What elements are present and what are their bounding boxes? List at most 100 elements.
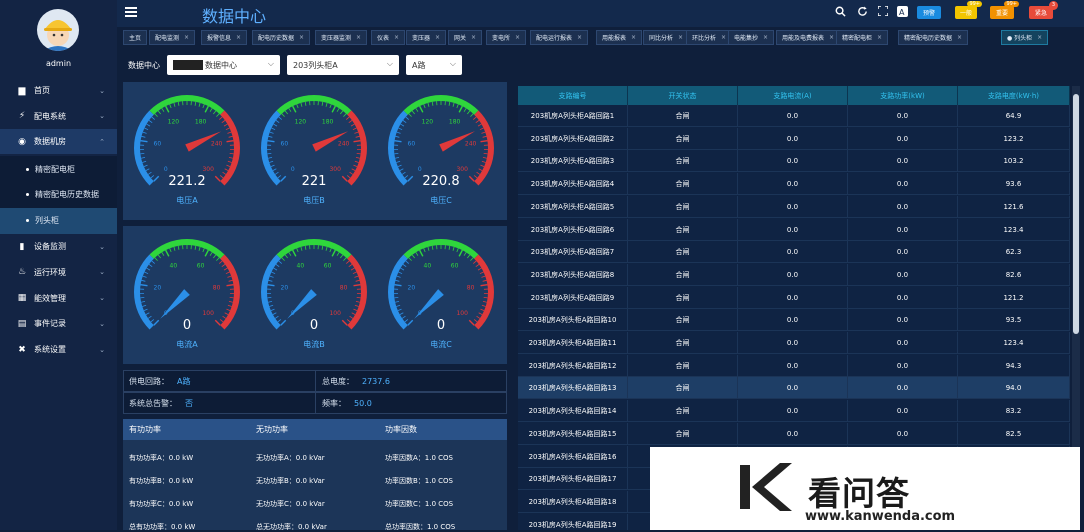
table-row[interactable]: 203机房A列头柜A路回路8合闸0.00.082.6	[518, 264, 1070, 286]
gauge-tick-label: 60	[324, 262, 332, 269]
gauge-tick	[322, 246, 323, 250]
gauge-tick	[274, 124, 277, 126]
cabinet-select[interactable]: 203列头柜A ⌵	[287, 55, 399, 75]
bullet-icon	[26, 193, 29, 196]
gauge-tick	[268, 301, 272, 302]
tab-16[interactable]: 精密配电历史数据×	[898, 30, 968, 45]
gauge-tick	[285, 111, 287, 114]
gauge-tick-label: 180	[195, 118, 207, 125]
scrollbar-thumb[interactable]	[1073, 94, 1079, 334]
tab-10[interactable]: 用能报表×	[596, 30, 642, 45]
gauge-band	[476, 113, 491, 184]
sidebar-item-7[interactable]: ✖系统设置⌄	[0, 337, 117, 362]
table-row[interactable]: 203机房A列头柜A路回路10合闸0.00.093.5	[518, 309, 1070, 331]
calendar-icon: ▤	[17, 319, 27, 329]
table-row[interactable]: 203机房A列头柜A路回路15合闸0.00.082.5	[518, 423, 1070, 445]
sidebar-item-2[interactable]: ◉数据机房⌃	[0, 129, 117, 154]
tab-label: 配电运行报表	[536, 33, 572, 42]
gauge-tick-label: 40	[170, 262, 178, 269]
route-select[interactable]: A路 ⌵	[406, 55, 462, 75]
sidebar-subitem-0[interactable]: 精密配电柜	[0, 156, 117, 182]
alarm-level2-button[interactable]: 重要 99+	[990, 6, 1014, 19]
sidebar-item-6[interactable]: ▤事件记录⌄	[0, 311, 117, 336]
gauge-tick	[273, 313, 277, 315]
tab-3[interactable]: 配电历史数据×	[252, 30, 310, 45]
refresh-icon[interactable]	[857, 6, 868, 20]
close-icon[interactable]: ×	[356, 34, 361, 41]
close-icon[interactable]: ×	[184, 34, 189, 41]
tab-6[interactable]: 变压器×	[406, 30, 446, 45]
gauge-tick	[158, 255, 160, 258]
close-icon[interactable]: ×	[763, 34, 768, 41]
sidebar-subitem-1[interactable]: 精密配电历史数据	[0, 182, 117, 208]
tab-11[interactable]: 同比分析×	[643, 30, 689, 45]
table-row[interactable]: 203机房A列头柜A路回路1合闸0.00.064.9	[518, 105, 1070, 127]
alarm-level3-button[interactable]: 紧急 3	[1029, 6, 1053, 19]
tab-5[interactable]: 仪表×	[371, 30, 405, 45]
table-row[interactable]: 203机房A列头柜A路回路12合闸0.00.094.3	[518, 355, 1070, 377]
tab-8[interactable]: 变电所×	[486, 30, 526, 45]
tab-1[interactable]: 配电监测×	[149, 30, 195, 45]
table-cell: 合闸	[628, 309, 738, 331]
font-size-icon[interactable]: A	[897, 6, 908, 17]
sidebar-item-1[interactable]: ⚡配电系统⌄	[0, 104, 117, 129]
tab-2[interactable]: 报警信息×	[201, 30, 247, 45]
tab-4[interactable]: 变压器监测×	[315, 30, 367, 45]
close-icon[interactable]: ×	[721, 34, 726, 41]
warning-button[interactable]: 预警	[917, 6, 941, 19]
chevron-down-icon: ⌄	[99, 87, 105, 95]
alarm-level1-button[interactable]: 一般 99+	[955, 6, 977, 19]
close-icon[interactable]: ×	[577, 34, 582, 41]
table-row[interactable]: 203机房A列头柜A路回路4合闸0.00.093.6	[518, 173, 1070, 195]
close-icon[interactable]: ×	[515, 34, 520, 41]
sidebar-item-3[interactable]: ▮设备监测⌄	[0, 234, 117, 259]
tab-14[interactable]: 用能及电费报表×	[776, 30, 840, 45]
menu-toggle-icon[interactable]	[125, 7, 137, 17]
power-value: 有功功率B：0.0 kW	[129, 476, 193, 486]
sidebar-item-0[interactable]: ▆首页⌄	[0, 78, 117, 103]
gauge-tick	[276, 120, 279, 122]
close-icon[interactable]: ×	[1037, 34, 1042, 41]
tab-9[interactable]: 配电运行报表 ×	[530, 30, 588, 45]
avatar[interactable]	[37, 9, 79, 51]
sidebar-item-5[interactable]: ▦能效管理⌄	[0, 286, 117, 311]
table-cell: 0.0	[738, 196, 848, 218]
gauge-tick	[226, 309, 230, 311]
table-row[interactable]: 203机房A列头柜A路回路5合闸0.00.0121.6	[518, 196, 1070, 218]
table-cell: 94.0	[958, 377, 1070, 399]
table-row[interactable]: 203机房A列头柜A路回路3合闸0.00.0103.2	[518, 150, 1070, 172]
fullscreen-icon[interactable]	[878, 6, 888, 19]
close-icon[interactable]: ×	[435, 34, 440, 41]
sidebar-item-4[interactable]: ♨运行环境⌄	[0, 260, 117, 285]
close-icon[interactable]: ×	[678, 34, 683, 41]
site-select[interactable]: 数据中心 ⌵	[167, 55, 280, 75]
tab-15[interactable]: 精密配电柜×	[836, 30, 888, 45]
tab-12[interactable]: 环比分析×	[686, 30, 732, 45]
close-icon[interactable]: ×	[299, 34, 304, 41]
close-icon[interactable]: ×	[236, 34, 241, 41]
tab-17[interactable]: ● 列头柜×	[1001, 30, 1048, 45]
gauge-tick	[229, 157, 233, 158]
table-row[interactable]: 203机房A列头柜A路回路13合闸0.00.094.0	[518, 377, 1070, 399]
close-icon[interactable]: ×	[394, 34, 399, 41]
close-icon[interactable]: ×	[957, 34, 962, 41]
close-icon[interactable]: ×	[471, 34, 476, 41]
table-row[interactable]: 203机房A列头柜A路回路6合闸0.00.0123.4	[518, 219, 1070, 241]
table-row[interactable]: 203机房A列头柜A路回路7合闸0.00.062.3	[518, 241, 1070, 263]
tab-7[interactable]: 网关×	[448, 30, 482, 45]
close-icon[interactable]: ×	[829, 34, 834, 41]
gauge-tick	[141, 280, 145, 281]
close-icon[interactable]: ×	[631, 34, 636, 41]
table-row[interactable]: 203机房A列头柜A路回路11合闸0.00.0123.4	[518, 332, 1070, 354]
tab-0[interactable]: 主页	[123, 30, 147, 45]
gauge-tick	[216, 114, 219, 117]
close-icon[interactable]: ×	[877, 34, 882, 41]
table-row[interactable]: 203机房A列头柜A路回路9合闸0.00.0121.2	[518, 287, 1070, 309]
filter-bar: 数据中心 数据中心 ⌵ 203列头柜A ⌵ A路 ⌵	[117, 51, 1084, 79]
table-row[interactable]: 203机房A列头柜A路回路14合闸0.00.083.2	[518, 400, 1070, 422]
sidebar-subitem-2[interactable]: 列头柜	[0, 208, 117, 234]
tab-13[interactable]: 电能集抄×	[728, 30, 774, 45]
table-row[interactable]: 203机房A列头柜A路回路2合闸0.00.0123.2	[518, 128, 1070, 150]
search-icon[interactable]	[835, 6, 846, 20]
voltage-label: 电压B	[256, 195, 372, 206]
